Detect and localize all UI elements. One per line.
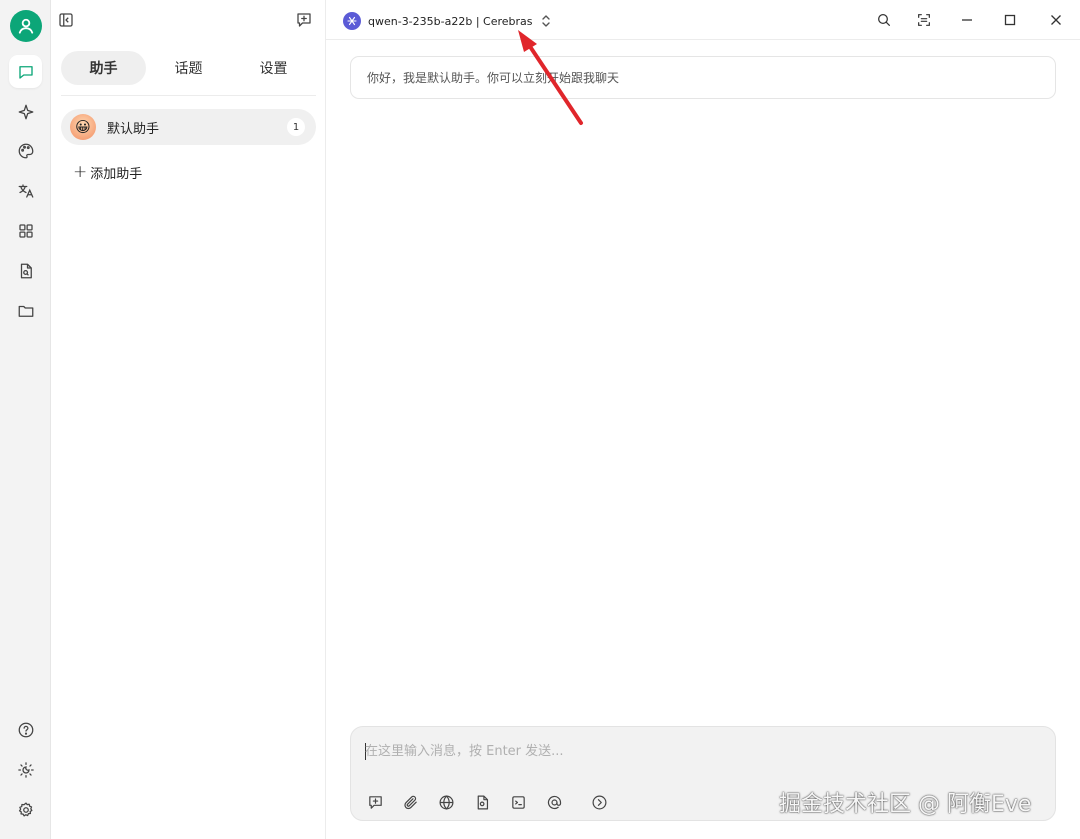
folder-icon: [18, 305, 33, 317]
rail-theme-button[interactable]: [9, 753, 42, 786]
minimize-icon: [962, 19, 972, 21]
sidebar-collapse-icon: [59, 13, 73, 27]
rail-help-button[interactable]: [9, 713, 42, 746]
user-icon: [18, 18, 34, 34]
palette-icon: [18, 143, 33, 158]
tab-settings[interactable]: 设置: [231, 51, 316, 85]
search-icon: [878, 14, 890, 26]
mcp-tools-button[interactable]: [507, 791, 529, 813]
welcome-message: 你好，我是默认助手。你可以立刻开始跟我聊天: [350, 56, 1056, 99]
topic-count-badge: 1: [287, 118, 305, 136]
attach-button[interactable]: [399, 791, 421, 813]
file-search-icon: [20, 263, 32, 278]
add-assistant-label: 添加助手: [90, 166, 143, 182]
sidebar-header: [51, 0, 326, 40]
knowledge-base-button[interactable]: [471, 791, 493, 813]
watermark-text: 掘金技术社区 @ 阿衡Eve: [779, 792, 1032, 817]
tab-assistants[interactable]: 助手: [61, 51, 146, 85]
new-topic-icon: [368, 795, 382, 809]
assistant-emoji-icon: 😀: [70, 114, 96, 140]
rail-translate-button[interactable]: [9, 174, 42, 207]
mention-model-button[interactable]: [543, 791, 565, 813]
translate-icon: [18, 183, 33, 198]
add-assistant-button[interactable]: + 添加助手: [73, 162, 142, 182]
knowledge-icon: [477, 795, 488, 809]
expand-toolbar-button[interactable]: [588, 791, 610, 813]
apps-icon: [18, 223, 33, 238]
window-minimize-button[interactable]: [954, 7, 980, 33]
fullscreen-button[interactable]: [911, 7, 937, 33]
sidebar-tabs: 助手 话题 设置: [61, 51, 316, 85]
layout-icon: [918, 14, 930, 26]
plus-icon: +: [73, 161, 88, 182]
chat-icon: [18, 65, 33, 79]
rail-settings-button[interactable]: [9, 793, 42, 826]
model-selector[interactable]: qwen-3-235b-a22b | Cerebras: [343, 10, 552, 32]
settings-icon: [18, 801, 32, 816]
chat-topbar: qwen-3-235b-a22b | Cerebras: [326, 0, 1080, 40]
nav-rail: [0, 0, 51, 839]
mention-icon: [547, 795, 561, 809]
tabs-divider: [61, 95, 316, 96]
new-chat-icon: [297, 13, 311, 27]
attachment-icon: [403, 795, 417, 809]
search-button[interactable]: [871, 7, 897, 33]
web-search-button[interactable]: [435, 791, 457, 813]
close-icon: [1051, 15, 1061, 25]
user-avatar[interactable]: [10, 10, 42, 42]
sparkle-icon: [18, 104, 33, 119]
message-input[interactable]: [365, 741, 1025, 761]
rail-paint-button[interactable]: [9, 134, 42, 167]
expand-icon: [592, 795, 606, 809]
assistant-sidebar: 助手 话题 设置 😀 默认助手 1 + 添加助手: [51, 0, 326, 839]
window-close-button[interactable]: [1043, 7, 1069, 33]
tab-topics[interactable]: 话题: [146, 51, 231, 85]
assistant-name: 默认助手: [107, 121, 160, 137]
model-name: qwen-3-235b-a22b | Cerebras: [368, 14, 533, 28]
toggle-sidebar-button[interactable]: [53, 7, 79, 33]
globe-icon: [439, 794, 453, 810]
rail-apps-button[interactable]: [9, 214, 42, 247]
theme-icon: [17, 761, 34, 778]
maximize-icon: [1004, 14, 1016, 26]
help-icon: [18, 722, 33, 737]
new-topic-button[interactable]: [291, 7, 317, 33]
rail-chat-button[interactable]: [9, 55, 42, 88]
terminal-icon: [511, 795, 525, 809]
chevron-up-down-icon: [541, 15, 550, 27]
window-maximize-button[interactable]: [997, 7, 1023, 33]
new-topic-tool-button[interactable]: [364, 791, 386, 813]
assistant-item-default[interactable]: 😀 默认助手 1: [61, 109, 316, 145]
chat-main: qwen-3-235b-a22b | Cerebras 你好，我是默认助手。你可…: [326, 0, 1080, 839]
rail-agents-button[interactable]: [9, 95, 42, 128]
rail-files-button[interactable]: [9, 254, 42, 287]
model-provider-logo-icon: [343, 12, 361, 30]
rail-folder-button[interactable]: [9, 294, 42, 327]
